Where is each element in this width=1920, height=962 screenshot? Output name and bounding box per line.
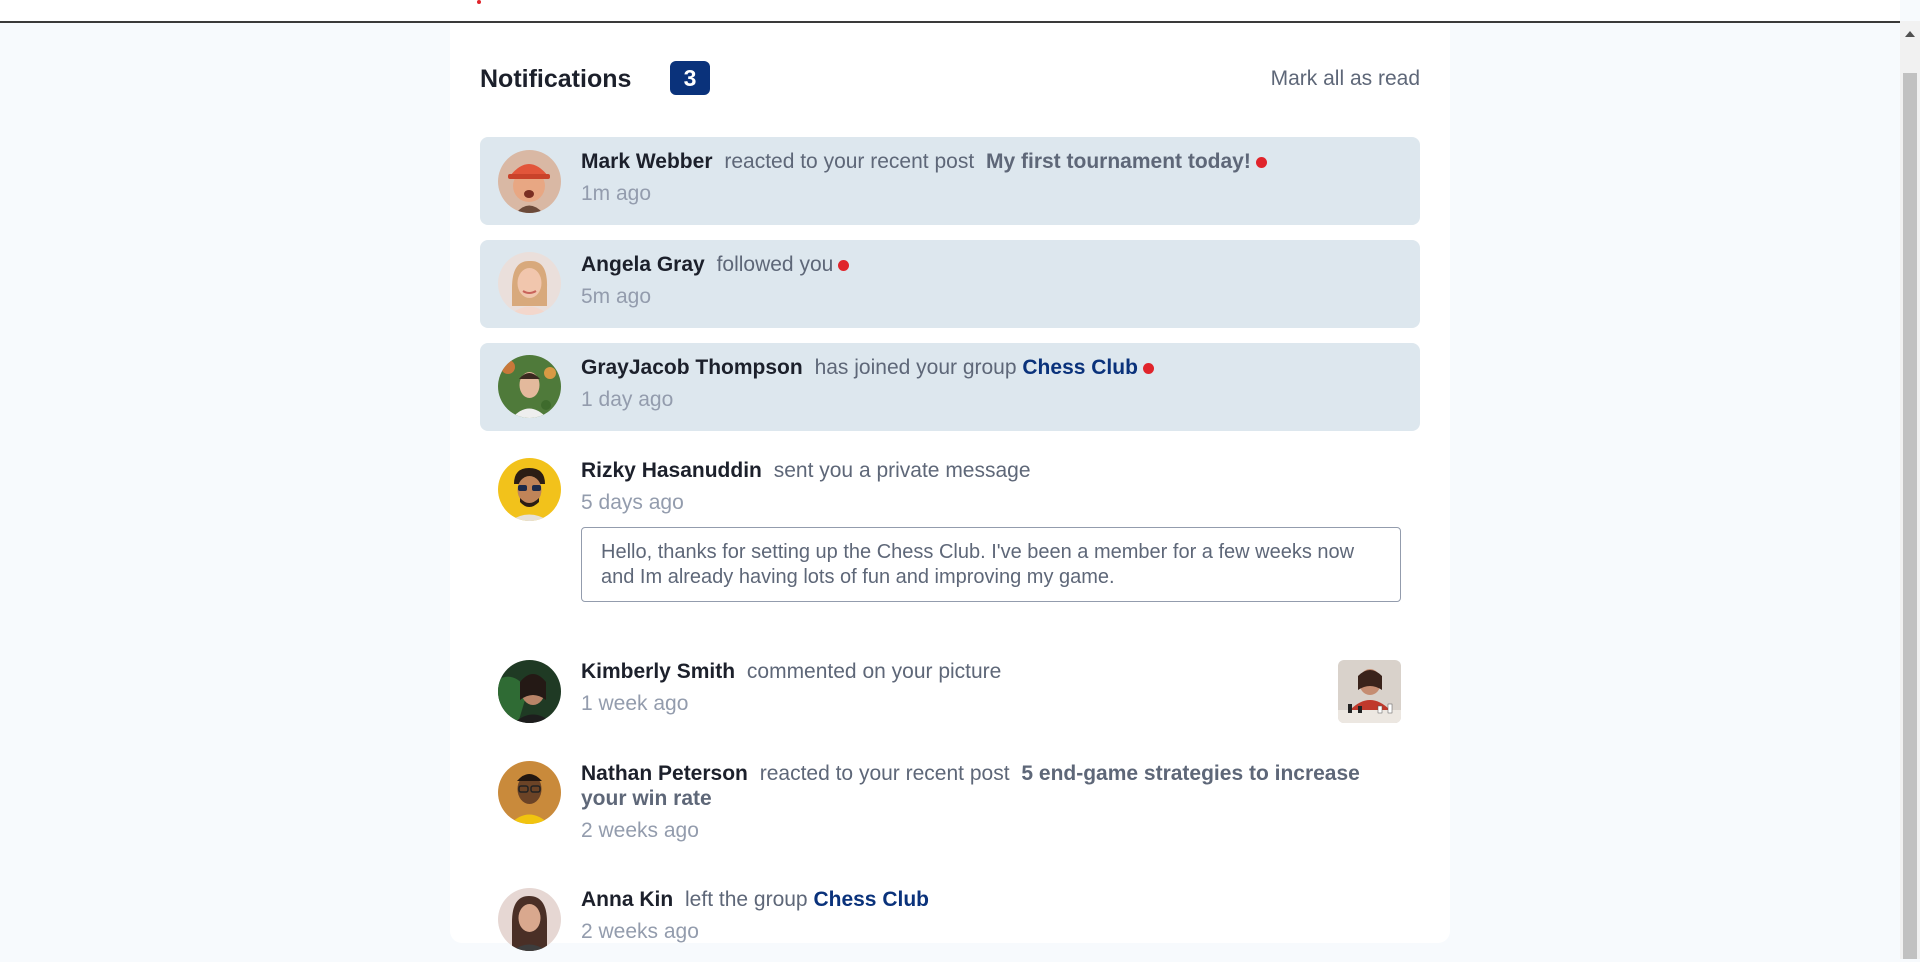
avatar[interactable] xyxy=(498,660,561,723)
user-name-link[interactable]: Angela Gray xyxy=(581,253,705,276)
action-text: left the group xyxy=(685,888,808,911)
user-name-link[interactable]: Kimberly Smith xyxy=(581,660,735,683)
mark-all-as-read-button[interactable]: Mark all as read xyxy=(1271,67,1420,91)
timestamp: 1m ago xyxy=(581,182,652,205)
notification-item[interactable]: Kimberly Smith commented on your picture… xyxy=(480,646,1420,734)
notification-item[interactable]: Anna Kin left the group Chess Club 2 wee… xyxy=(480,874,1420,962)
unread-dot xyxy=(1142,362,1154,374)
notification-text: Anna Kin left the group Chess Club xyxy=(581,888,929,912)
notification-text: Mark Webber reacted to your recent post … xyxy=(581,150,1267,174)
notification-text: GrayJacob Thompson has joined your group… xyxy=(581,356,1154,380)
unread-dot xyxy=(838,259,850,271)
notification-text: Rizky Hasanuddin sent you a private mess… xyxy=(581,459,1031,483)
scrollbar-thumb[interactable] xyxy=(1903,73,1917,959)
commented-picture-thumbnail[interactable] xyxy=(1338,660,1401,723)
action-text: reacted to your recent post xyxy=(724,150,975,173)
vertical-scrollbar[interactable] xyxy=(1900,21,1920,959)
notifications-header: Notifications 3 Mark all as read xyxy=(480,61,1420,101)
unread-count-badge: 3 xyxy=(670,61,710,95)
notifications-card: Notifications 3 Mark all as read Mark We… xyxy=(450,23,1450,951)
browser-top-bar xyxy=(0,0,1900,23)
unread-dot xyxy=(1255,156,1267,168)
avatar[interactable] xyxy=(498,252,561,315)
action-text: sent you a private message xyxy=(773,459,1031,482)
timestamp: 1 day ago xyxy=(581,388,674,411)
notification-item[interactable]: Angela Gray followed you 5m ago xyxy=(480,240,1420,328)
notification-item[interactable]: Nathan Peterson reacted to your recent p… xyxy=(480,748,1420,848)
group-link[interactable]: Chess Club xyxy=(813,888,929,911)
timestamp: 2 weeks ago xyxy=(581,819,699,842)
avatar[interactable] xyxy=(498,355,561,418)
action-text: has joined your group xyxy=(814,356,1017,379)
post-link[interactable]: My first tournament today! xyxy=(986,150,1251,173)
user-name-link[interactable]: Nathan Peterson xyxy=(581,762,748,785)
group-link[interactable]: Chess Club xyxy=(1022,356,1138,379)
user-name-link[interactable]: Anna Kin xyxy=(581,888,673,911)
avatar[interactable] xyxy=(498,458,561,521)
scroll-up-arrow-icon[interactable] xyxy=(1905,31,1915,37)
timestamp: 5 days ago xyxy=(581,491,684,514)
notification-item[interactable]: Rizky Hasanuddin sent you a private mess… xyxy=(480,446,1420,626)
notification-text: Nathan Peterson reacted to your recent p… xyxy=(581,761,1361,811)
notification-item[interactable]: Mark Webber reacted to your recent post … xyxy=(480,137,1420,225)
user-name-link[interactable]: Mark Webber xyxy=(581,150,713,173)
action-text: commented on your picture xyxy=(746,660,1002,683)
avatar[interactable] xyxy=(498,150,561,213)
notification-text: Angela Gray followed you xyxy=(581,253,850,277)
action-text: reacted to your recent post xyxy=(759,762,1010,785)
timestamp: 2 weeks ago xyxy=(581,920,699,943)
page-title: Notifications xyxy=(480,65,632,93)
avatar[interactable] xyxy=(498,888,561,951)
avatar[interactable] xyxy=(498,761,561,824)
timestamp: 5m ago xyxy=(581,285,652,308)
notification-item[interactable]: GrayJacob Thompson has joined your group… xyxy=(480,343,1420,431)
action-text: followed you xyxy=(716,253,834,276)
timestamp: 1 week ago xyxy=(581,692,689,715)
user-name-link[interactable]: Rizky Hasanuddin xyxy=(581,459,762,482)
private-message-preview[interactable]: Hello, thanks for setting up the Chess C… xyxy=(581,527,1401,602)
notification-text: Kimberly Smith commented on your picture xyxy=(581,660,1001,684)
user-name-link[interactable]: GrayJacob Thompson xyxy=(581,356,803,379)
red-dot-marker xyxy=(477,0,481,4)
